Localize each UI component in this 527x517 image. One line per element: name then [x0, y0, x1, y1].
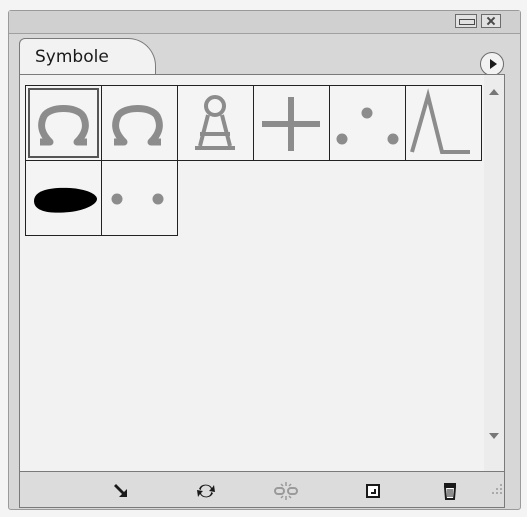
collapse-icon[interactable]: [455, 14, 477, 28]
panel-menu-button[interactable]: [480, 52, 504, 76]
symbol-three-dots[interactable]: [329, 85, 406, 161]
symbol-omega-outline[interactable]: [25, 85, 102, 161]
symbols-content: [19, 74, 505, 472]
symbol-lambda[interactable]: [405, 85, 482, 161]
symbol-two-dots[interactable]: [101, 160, 178, 236]
new-symbol-icon[interactable]: [362, 480, 384, 502]
blob-icon: [34, 187, 97, 213]
two-dots-icon: [111, 193, 164, 205]
lambda-icon: [410, 88, 470, 154]
scroll-down-icon[interactable]: [486, 427, 502, 443]
tab-symbols[interactable]: Symbole: [19, 38, 156, 74]
plus-icon: [262, 97, 320, 151]
vertical-scrollbar[interactable]: [484, 75, 504, 471]
place-symbol-icon[interactable]: [111, 480, 133, 502]
scroll-up-icon[interactable]: [486, 85, 502, 101]
omega-symbol-icon: [38, 105, 89, 146]
panel-titlebar[interactable]: [9, 11, 520, 34]
break-link-icon[interactable]: [273, 480, 299, 502]
symbol-plus-sign[interactable]: [253, 85, 330, 161]
trash-icon[interactable]: [439, 480, 461, 502]
omega-symbol-icon: [112, 105, 163, 146]
three-dots-icon: [336, 107, 399, 145]
close-icon[interactable]: [481, 14, 501, 28]
symbol-black-blob[interactable]: [25, 160, 102, 236]
keyhole-figure-icon: [195, 95, 235, 150]
resize-grip-icon[interactable]: [490, 482, 504, 496]
replace-symbol-icon[interactable]: [195, 480, 217, 502]
tab-label: Symbole: [35, 47, 109, 67]
symbol-keyhole-figure[interactable]: [177, 85, 254, 161]
symbol-omega-outline-2[interactable]: [101, 85, 178, 161]
panel-footer: [19, 472, 505, 508]
